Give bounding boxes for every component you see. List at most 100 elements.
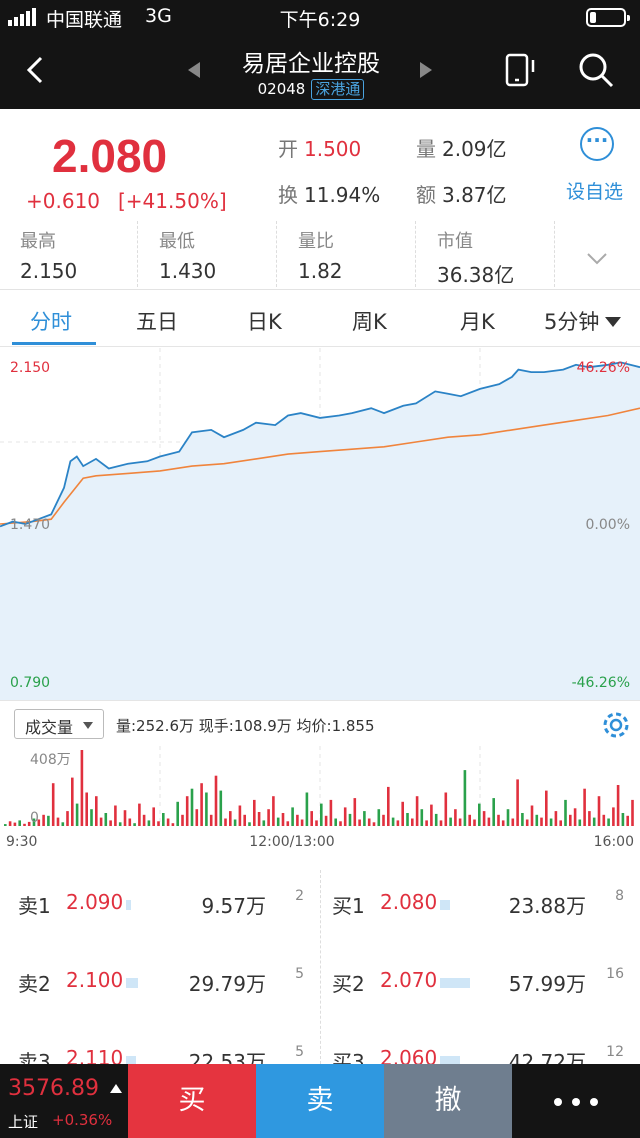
intraday-price-chart[interactable]: 2.150 1.470 0.790 46.26% 0.00% -46.26% — [0, 348, 640, 700]
volume-bar — [66, 811, 69, 826]
volume-bar — [454, 809, 457, 826]
volume-bar — [564, 799, 567, 826]
volume-bar — [406, 813, 409, 826]
volume-bar — [339, 821, 342, 826]
volume-bar — [176, 801, 179, 826]
market-index-widget[interactable]: 3576.89 上证 +0.36% — [0, 1064, 128, 1138]
tab-daily-k[interactable]: 日K — [247, 306, 282, 336]
volume-bar — [99, 817, 103, 826]
volume-bar — [487, 817, 491, 826]
volume-bar — [233, 819, 237, 826]
ask-row-2: 卖2 2.100 29.79万 5 — [18, 966, 304, 996]
volume-bar — [152, 807, 155, 826]
add-watchlist-button[interactable]: 设自选 — [566, 177, 623, 204]
volume-bar — [267, 809, 270, 826]
volume-bar — [229, 811, 232, 826]
volume-bar — [444, 792, 448, 826]
ask-depth-bar — [126, 900, 131, 910]
more-options-icon[interactable]: ··· — [580, 127, 614, 161]
volume-bar — [387, 786, 390, 826]
volume-bar — [478, 803, 481, 826]
volume-bar — [521, 813, 524, 826]
more-menu-button[interactable] — [512, 1064, 640, 1138]
clock: 下午6:29 — [279, 9, 361, 31]
indicator-selector[interactable]: 成交量 — [14, 709, 104, 739]
volume-bar — [300, 819, 304, 826]
open-field: 开 1.500 — [278, 137, 362, 161]
index-value: 3576.89 — [8, 1076, 99, 1101]
sell-button[interactable]: 卖 — [256, 1064, 384, 1138]
volume-bar — [128, 818, 132, 826]
volume-bar — [23, 823, 26, 826]
volume-bar — [166, 818, 170, 826]
volume-bar — [367, 818, 371, 826]
active-tab-indicator — [12, 342, 96, 345]
battery-icon — [586, 8, 630, 27]
tab-intraday[interactable]: 分时 — [30, 306, 72, 336]
volume-bar — [147, 820, 151, 826]
volume-bar — [612, 807, 615, 826]
volume-bar — [535, 814, 539, 826]
tab-monthly-k[interactable]: 月K — [460, 306, 495, 336]
volume-bar — [310, 811, 313, 826]
volume-bar — [257, 812, 261, 826]
volume-bar — [540, 817, 543, 826]
volume-bar — [286, 821, 290, 826]
x-tick-midday: 12:00/13:00 — [249, 834, 334, 850]
volume-bar — [109, 820, 112, 826]
volume-bar — [626, 815, 629, 826]
caret-down-icon — [605, 317, 622, 327]
up-arrow-icon — [110, 1084, 122, 1093]
volume-bar — [56, 817, 60, 826]
tab-5min[interactable]: 5分钟 — [544, 306, 622, 336]
volume-bar — [90, 809, 93, 826]
volume-bar — [272, 796, 275, 826]
volume-bar — [430, 804, 433, 826]
volume-bar — [449, 817, 452, 826]
volume-bar — [621, 813, 625, 826]
volume-max-label: 408万 — [30, 752, 71, 768]
volume-bar — [482, 811, 486, 826]
volume-bar — [214, 775, 218, 826]
volume-bar — [377, 809, 381, 826]
volume-bar — [142, 814, 146, 826]
order-book: 卖1 2.090 9.57万 2 卖2 2.100 29.79万 5 卖3 2.110 2… — [0, 860, 640, 1074]
volume-bar — [104, 813, 108, 826]
volume-bar — [511, 818, 515, 826]
volume-bar — [501, 820, 505, 826]
cancel-order-button[interactable]: 撤 — [384, 1064, 512, 1138]
volume-bar — [114, 805, 117, 826]
chevron-down-icon[interactable] — [586, 247, 608, 269]
volume-bar — [358, 819, 361, 826]
volume-bar — [8, 821, 12, 826]
volume-bar — [348, 813, 352, 826]
volume-bar — [545, 790, 548, 826]
buy-button[interactable]: 买 — [128, 1064, 256, 1138]
volume-bar — [372, 822, 376, 826]
screen-switch-icon[interactable] — [502, 52, 538, 88]
gear-icon[interactable] — [600, 709, 632, 741]
volume-bar — [324, 815, 328, 826]
bid-row-1: 买1 2.080 23.88万 8 — [332, 888, 624, 918]
volume-bar — [61, 822, 65, 826]
volume-bar — [253, 799, 256, 826]
volume-bar — [219, 790, 223, 826]
tab-weekly-k[interactable]: 周K — [352, 306, 387, 336]
stat-low: 最低 1.430 — [139, 221, 277, 287]
volume-bar — [85, 792, 88, 826]
volume-bar — [42, 814, 45, 826]
bid-depth-bar — [440, 978, 470, 988]
ask-row-1: 卖1 2.090 9.57万 2 — [18, 888, 304, 918]
bottom-action-bar: 3576.89 上证 +0.36% 买 卖 撤 — [0, 1064, 640, 1138]
volume-bar — [4, 824, 7, 826]
volume-chart[interactable]: 408万 0 9:30 12:00/13:00 16:00 — [0, 746, 640, 856]
volume-bar — [95, 796, 98, 826]
volume-bar — [190, 788, 194, 826]
search-icon[interactable] — [576, 50, 616, 90]
tab-five-day[interactable]: 五日 — [136, 306, 178, 336]
volume-info: 量:252.6万 现手:108.9万 均价:1.855 — [116, 717, 375, 735]
next-stock-icon[interactable] — [420, 62, 432, 78]
period-tabs: 分时 五日 日K 周K 月K 5分钟 — [0, 291, 640, 347]
pct-label-low: -46.26% — [572, 675, 630, 691]
volume-bar — [411, 818, 414, 826]
